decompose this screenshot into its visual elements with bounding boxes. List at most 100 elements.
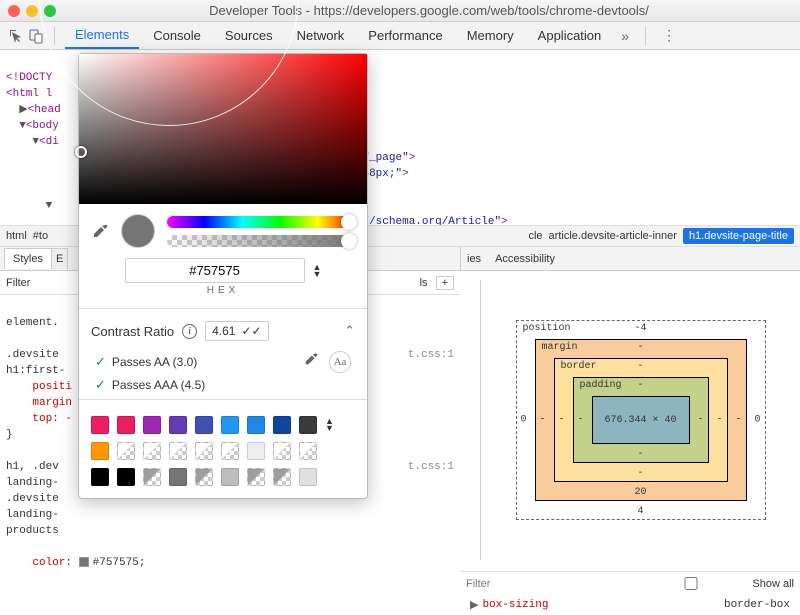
- dom-node[interactable]: <head: [28, 104, 61, 116]
- show-all-checkbox[interactable]: [636, 577, 746, 590]
- palette-swatch[interactable]: [195, 442, 213, 460]
- breadcrumb-selected[interactable]: h1.devsite-page-title: [683, 228, 794, 244]
- box-value[interactable]: 4: [637, 506, 643, 517]
- palette-swatch[interactable]: [169, 468, 187, 486]
- breadcrumb[interactable]: #to: [33, 230, 48, 242]
- box-model-position[interactable]: position -4 0 4 0 margin - - 20 - border…: [516, 320, 766, 520]
- palette-swatch[interactable]: [221, 416, 239, 434]
- palette-swatch[interactable]: [221, 442, 239, 460]
- box-value[interactable]: -: [637, 361, 643, 372]
- expand-icon[interactable]: ▶: [470, 598, 478, 612]
- tabs-overflow-icon[interactable]: »: [615, 28, 635, 44]
- palette-swatch[interactable]: [221, 468, 239, 486]
- palette-swatch[interactable]: [143, 468, 161, 486]
- css-selector[interactable]: .devsite: [6, 349, 59, 361]
- tab-memory[interactable]: Memory: [457, 23, 524, 48]
- css-selector[interactable]: landing-: [6, 477, 59, 489]
- box-value[interactable]: -: [559, 415, 565, 426]
- palette-swatch[interactable]: [91, 416, 109, 434]
- css-selector[interactable]: element.: [6, 317, 59, 329]
- box-value[interactable]: -: [637, 342, 643, 353]
- box-value[interactable]: -: [697, 415, 703, 426]
- breadcrumb[interactable]: html: [6, 230, 27, 242]
- palette-swatch[interactable]: [273, 442, 291, 460]
- contrast-info-icon[interactable]: i: [182, 324, 197, 339]
- palette-swatch[interactable]: [273, 416, 291, 434]
- alpha-knob[interactable]: [341, 233, 357, 249]
- palette-swatch[interactable]: [169, 442, 187, 460]
- color-swatch[interactable]: [79, 557, 89, 567]
- box-value[interactable]: -: [716, 415, 722, 426]
- color-format-stepper[interactable]: ▲▼: [313, 264, 322, 278]
- alpha-slider[interactable]: [167, 235, 355, 247]
- palette-swatch[interactable]: [91, 468, 109, 486]
- eyedropper-icon[interactable]: [91, 222, 109, 240]
- box-value[interactable]: 20: [634, 487, 646, 498]
- close-window-icon[interactable]: [8, 5, 20, 17]
- hue-knob[interactable]: [341, 214, 357, 230]
- palette-swatch[interactable]: [247, 468, 265, 486]
- pick-background-icon[interactable]: [303, 351, 319, 373]
- box-model-margin[interactable]: margin - - 20 - border - - - - padding -…: [535, 339, 747, 501]
- css-property[interactable]: color: [32, 557, 65, 569]
- css-source-link[interactable]: t.css:1: [408, 459, 454, 475]
- box-value[interactable]: -: [735, 415, 741, 426]
- device-toggle-icon[interactable]: [28, 28, 44, 44]
- styles-filter-extra[interactable]: ls: [420, 277, 428, 289]
- collapse-icon[interactable]: ▼: [19, 120, 26, 132]
- more-options-icon[interactable]: ⋮: [656, 27, 682, 44]
- css-selector[interactable]: h1, .dev: [6, 461, 59, 473]
- tab-application[interactable]: Application: [528, 23, 612, 48]
- tab-event-listeners[interactable]: E: [52, 248, 68, 269]
- tab-properties-cut[interactable]: ies: [467, 253, 481, 265]
- computed-property-row[interactable]: ▶ box-sizing border-box: [460, 595, 800, 615]
- box-value[interactable]: -: [637, 449, 643, 460]
- css-property[interactable]: positi: [32, 381, 72, 393]
- palette-swatch[interactable]: [169, 416, 187, 434]
- box-value[interactable]: -: [637, 380, 643, 391]
- css-property[interactable]: margin: [32, 397, 72, 409]
- new-style-rule-button[interactable]: +: [436, 276, 454, 290]
- css-value[interactable]: #757575;: [93, 557, 146, 569]
- palette-swatch[interactable]: [195, 468, 213, 486]
- palette-swatch[interactable]: [91, 442, 109, 460]
- box-value[interactable]: -: [578, 415, 584, 426]
- palette-swatch[interactable]: [143, 416, 161, 434]
- palette-swatch[interactable]: [273, 468, 291, 486]
- inspect-icon[interactable]: [8, 28, 24, 44]
- palette-swatch[interactable]: [299, 416, 317, 434]
- box-value[interactable]: -4: [634, 323, 646, 334]
- css-selector[interactable]: h1:first-: [6, 365, 65, 377]
- box-model-content[interactable]: 676.344 × 40: [592, 396, 690, 444]
- box-model-padding[interactable]: padding - - - - 676.344 × 40: [573, 377, 709, 463]
- breadcrumb[interactable]: article.devsite-article-inner: [549, 230, 677, 242]
- minimize-window-icon[interactable]: [26, 5, 38, 17]
- box-model-border[interactable]: border - - - - padding - - - - 676.344 ×…: [554, 358, 728, 482]
- palette-swatch[interactable]: [117, 442, 135, 460]
- text-preview-icon[interactable]: Aa: [329, 351, 351, 373]
- box-value[interactable]: -: [637, 468, 643, 479]
- palette-swatch[interactable]: [117, 416, 135, 434]
- box-value[interactable]: 0: [521, 415, 527, 426]
- breadcrumb[interactable]: cle: [528, 230, 542, 242]
- color-spectrum[interactable]: [79, 54, 367, 204]
- palette-stepper[interactable]: ▲▼: [325, 418, 341, 432]
- styles-filter-input[interactable]: Filter: [6, 277, 30, 289]
- css-selector[interactable]: .devsite: [6, 493, 59, 505]
- palette-swatch[interactable]: [117, 468, 135, 486]
- box-value[interactable]: 0: [754, 415, 760, 426]
- css-property[interactable]: top: -: [32, 413, 72, 425]
- palette-swatch[interactable]: [247, 442, 265, 460]
- collapse-icon[interactable]: ▼: [46, 200, 53, 212]
- box-value[interactable]: -: [540, 415, 546, 426]
- palette-swatch[interactable]: [143, 442, 161, 460]
- palette-swatch[interactable]: [247, 416, 265, 434]
- css-source-link[interactable]: t.css:1: [408, 347, 454, 363]
- dom-node[interactable]: <di: [39, 136, 59, 148]
- tab-accessibility[interactable]: Accessibility: [495, 253, 555, 265]
- contrast-expand-icon[interactable]: ⌃: [344, 323, 355, 339]
- css-selector[interactable]: products: [6, 525, 59, 537]
- expand-icon[interactable]: ▶: [19, 104, 27, 116]
- palette-swatch[interactable]: [299, 442, 317, 460]
- tab-performance[interactable]: Performance: [358, 23, 452, 48]
